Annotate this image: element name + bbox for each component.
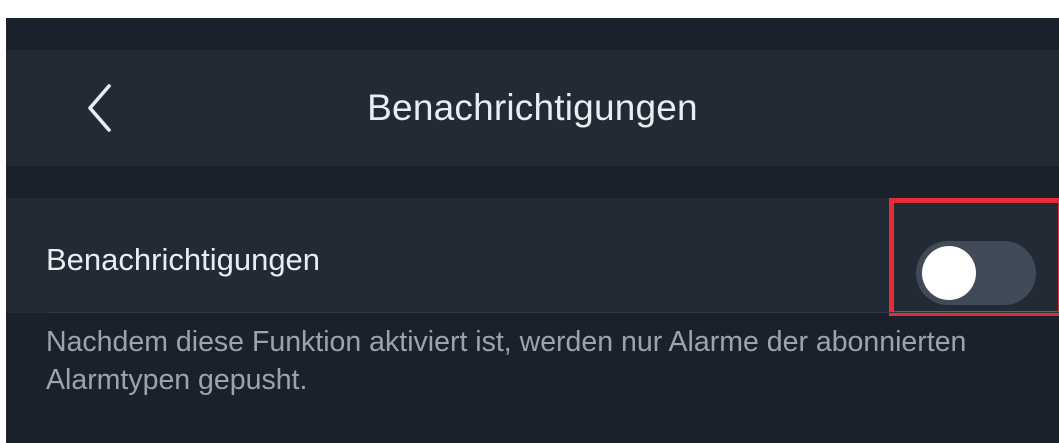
section-gap <box>6 166 1059 198</box>
notifications-toggle[interactable] <box>916 237 1036 311</box>
notifications-setting-label: Benachrichtigungen <box>46 242 321 277</box>
page-title: Benachrichtigungen <box>367 87 698 128</box>
row-divider <box>46 312 1059 313</box>
status-bar-area <box>6 18 1059 50</box>
chevron-left-icon <box>85 82 115 134</box>
notifications-description: Nachdem diese Funktion aktiviert ist, we… <box>46 326 967 396</box>
back-button[interactable] <box>72 78 128 138</box>
toggle-knob <box>922 246 976 300</box>
notifications-setting-row: Benachrichtigungen <box>6 198 1059 316</box>
notifications-screen: Benachrichtigungen Benachrichtigungen Na… <box>6 18 1059 443</box>
app-header: Benachrichtigungen <box>6 50 1059 166</box>
